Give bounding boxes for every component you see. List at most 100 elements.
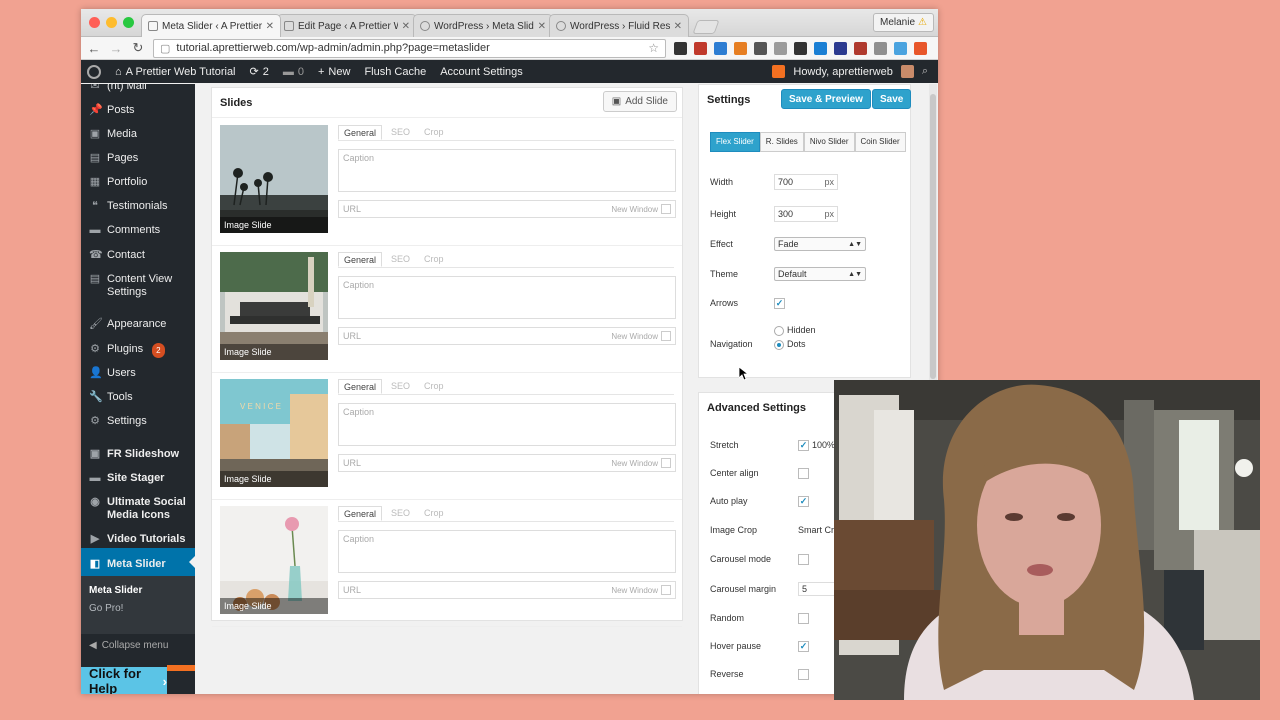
effect-select[interactable]: Fade ▲▼ — [774, 237, 866, 251]
slide-tab-crop[interactable]: Crop — [419, 506, 449, 521]
sidebar-item-tools[interactable]: 🔧 Tools — [81, 391, 195, 404]
sidebar-item-contact[interactable]: ☎ Contact — [81, 249, 195, 262]
slide-tab-general[interactable]: General — [338, 506, 383, 521]
search-icon[interactable]: ⌕ — [922, 65, 928, 78]
new-window-option[interactable]: New Window — [611, 331, 671, 341]
slide-thumbnail[interactable]: Image Slide — [220, 506, 328, 614]
slide-thumbnail[interactable]: Image Slide — [220, 125, 328, 233]
arrows-checkbox[interactable]: ✓ — [774, 297, 785, 309]
radio-hidden[interactable] — [774, 325, 784, 336]
sidebar-item-settings[interactable]: ⚙ Settings — [81, 415, 195, 428]
flush-cache-link[interactable]: Flush Cache — [364, 66, 426, 78]
close-tab-icon[interactable]: ✕ — [402, 21, 410, 32]
avatar[interactable] — [900, 65, 914, 78]
sidebar-item-portfolio[interactable]: ▦ Portfolio — [81, 176, 195, 189]
stretch-checkbox[interactable]: ✓ — [798, 439, 809, 451]
center-align-checkbox[interactable] — [798, 467, 809, 479]
profile-button[interactable]: Melanie ⚠ — [873, 13, 934, 32]
slide-tab-seo[interactable]: SEO — [386, 125, 415, 140]
new-content-link[interactable]: + New — [318, 66, 350, 78]
slide-thumbnail[interactable]: Image Slide — [220, 252, 328, 360]
submenu-item-go-pro[interactable]: Go Pro! — [89, 603, 123, 614]
nav-dots-option[interactable]: Dots — [774, 337, 816, 351]
sidebar-item-media[interactable]: ▣ Media — [81, 128, 195, 141]
reload-button[interactable]: ↻ — [131, 40, 145, 56]
sidebar-item-meta-slider[interactable]: ◧ Meta Slider — [81, 558, 195, 571]
close-tab-icon[interactable]: ✕ — [674, 21, 682, 32]
extension-icon[interactable] — [794, 41, 807, 55]
wp-logo-menu[interactable] — [87, 64, 101, 79]
notification-icon[interactable] — [772, 65, 786, 78]
sidebar-item-users[interactable]: 👤 Users — [81, 367, 195, 380]
random-checkbox[interactable] — [798, 612, 809, 624]
extension-icon[interactable] — [894, 41, 907, 55]
nav-hidden-option[interactable]: Hidden — [774, 323, 816, 337]
sidebar-item-ultimate-social-media-icons[interactable]: ◉ Ultimate Social Media Icons — [81, 496, 195, 522]
sidebar-item-appearance[interactable]: 🖌 Appearance — [81, 318, 195, 331]
tab-nivo-slider[interactable]: Nivo Slider — [803, 132, 855, 152]
page-scrollbar[interactable] — [929, 84, 937, 384]
minimize-window-button[interactable] — [106, 17, 117, 28]
extension-icon[interactable] — [714, 41, 727, 55]
tab-flex-slider[interactable]: Flex Slider — [710, 132, 760, 152]
height-input[interactable]: 300 px — [774, 206, 838, 222]
extension-icon[interactable] — [914, 41, 927, 55]
extension-icon[interactable] — [694, 41, 707, 55]
url-input[interactable]: URL New Window — [338, 454, 676, 472]
extension-icon[interactable] — [754, 41, 767, 55]
browser-tab-wp-meta-slider[interactable]: WordPress › Meta Slider « ✕ — [413, 14, 553, 37]
save-button[interactable]: Save — [872, 89, 912, 109]
bookmark-star-icon[interactable]: ☆ — [648, 41, 659, 55]
slide-tab-crop[interactable]: Crop — [419, 125, 449, 140]
caption-textarea[interactable]: Caption — [338, 403, 676, 446]
browser-tab-edit-page[interactable]: Edit Page ‹ A Prettier Web ✕ — [277, 14, 417, 37]
new-window-checkbox[interactable] — [661, 585, 671, 595]
sidebar-item-posts[interactable]: 📌 Posts — [81, 104, 195, 117]
sidebar-item-site-stager[interactable]: ▬ Site Stager — [81, 472, 195, 485]
sidebar-item-video-tutorials[interactable]: ▶ Video Tutorials — [81, 533, 195, 546]
sidebar-item-plugins[interactable]: ⚙ Plugins 2 — [81, 343, 195, 358]
url-input[interactable]: URL New Window — [338, 200, 676, 218]
tab-r-slides[interactable]: R. Slides — [759, 132, 804, 152]
collapse-menu-button[interactable]: ◀ Collapse menu — [89, 640, 168, 651]
theme-select[interactable]: Default ▲▼ — [774, 267, 866, 281]
address-bar[interactable]: ▢ tutorial.aprettierweb.com/wp-admin/adm… — [153, 38, 666, 58]
extension-icon[interactable] — [814, 41, 827, 55]
browser-tab-wp-fluid[interactable]: WordPress › Fluid Respon ✕ — [549, 14, 689, 37]
site-name-link[interactable]: ⌂ A Prettier Web Tutorial — [115, 66, 236, 78]
caption-textarea[interactable]: Caption — [338, 276, 676, 319]
slide-tab-seo[interactable]: SEO — [386, 252, 415, 267]
tab-coin-slider[interactable]: Coin Slider — [854, 132, 906, 152]
caption-textarea[interactable]: Caption — [338, 149, 676, 192]
slide-tab-general[interactable]: General — [338, 379, 383, 394]
width-input[interactable]: 700 px — [774, 174, 838, 190]
close-tab-icon[interactable]: ✕ — [266, 21, 274, 32]
caption-textarea[interactable]: Caption — [338, 530, 676, 573]
new-window-option[interactable]: New Window — [611, 585, 671, 595]
back-button[interactable]: ← — [87, 41, 101, 56]
carousel-mode-checkbox[interactable] — [798, 553, 809, 565]
slide-tab-general[interactable]: General — [338, 252, 383, 267]
slide-thumbnail[interactable]: V E N I C E Image Slide — [220, 379, 328, 487]
hover-pause-checkbox[interactable]: ✓ — [798, 640, 809, 652]
submenu-item-meta-slider[interactable]: Meta Slider — [89, 585, 142, 596]
url-input[interactable]: URL New Window — [338, 327, 676, 345]
slide-tab-crop[interactable]: Crop — [419, 379, 449, 394]
maximize-window-button[interactable] — [123, 17, 134, 28]
new-window-checkbox[interactable] — [661, 458, 671, 468]
radio-dots[interactable] — [774, 339, 784, 350]
extension-icon[interactable] — [834, 41, 847, 55]
sidebar-item-pages[interactable]: ▤ Pages — [81, 152, 195, 165]
sidebar-item-testimonials[interactable]: ❝ Testimonials — [81, 200, 195, 213]
new-window-checkbox[interactable] — [661, 331, 671, 341]
slide-tab-crop[interactable]: Crop — [419, 252, 449, 267]
comments-link[interactable]: ▬ 0 — [283, 66, 304, 78]
sidebar-item-fr-slideshow[interactable]: ▣ FR Slideshow — [81, 448, 195, 461]
slide-tab-general[interactable]: General — [338, 125, 383, 140]
auto-play-checkbox[interactable]: ✓ — [798, 495, 809, 507]
sidebar-item-comments[interactable]: ▬ Comments — [81, 224, 195, 237]
account-settings-link[interactable]: Account Settings — [440, 66, 523, 78]
updates-link[interactable]: ⟳ 2 — [250, 65, 269, 79]
save-preview-button[interactable]: Save & Preview — [781, 89, 871, 109]
extension-icon[interactable] — [874, 41, 887, 55]
